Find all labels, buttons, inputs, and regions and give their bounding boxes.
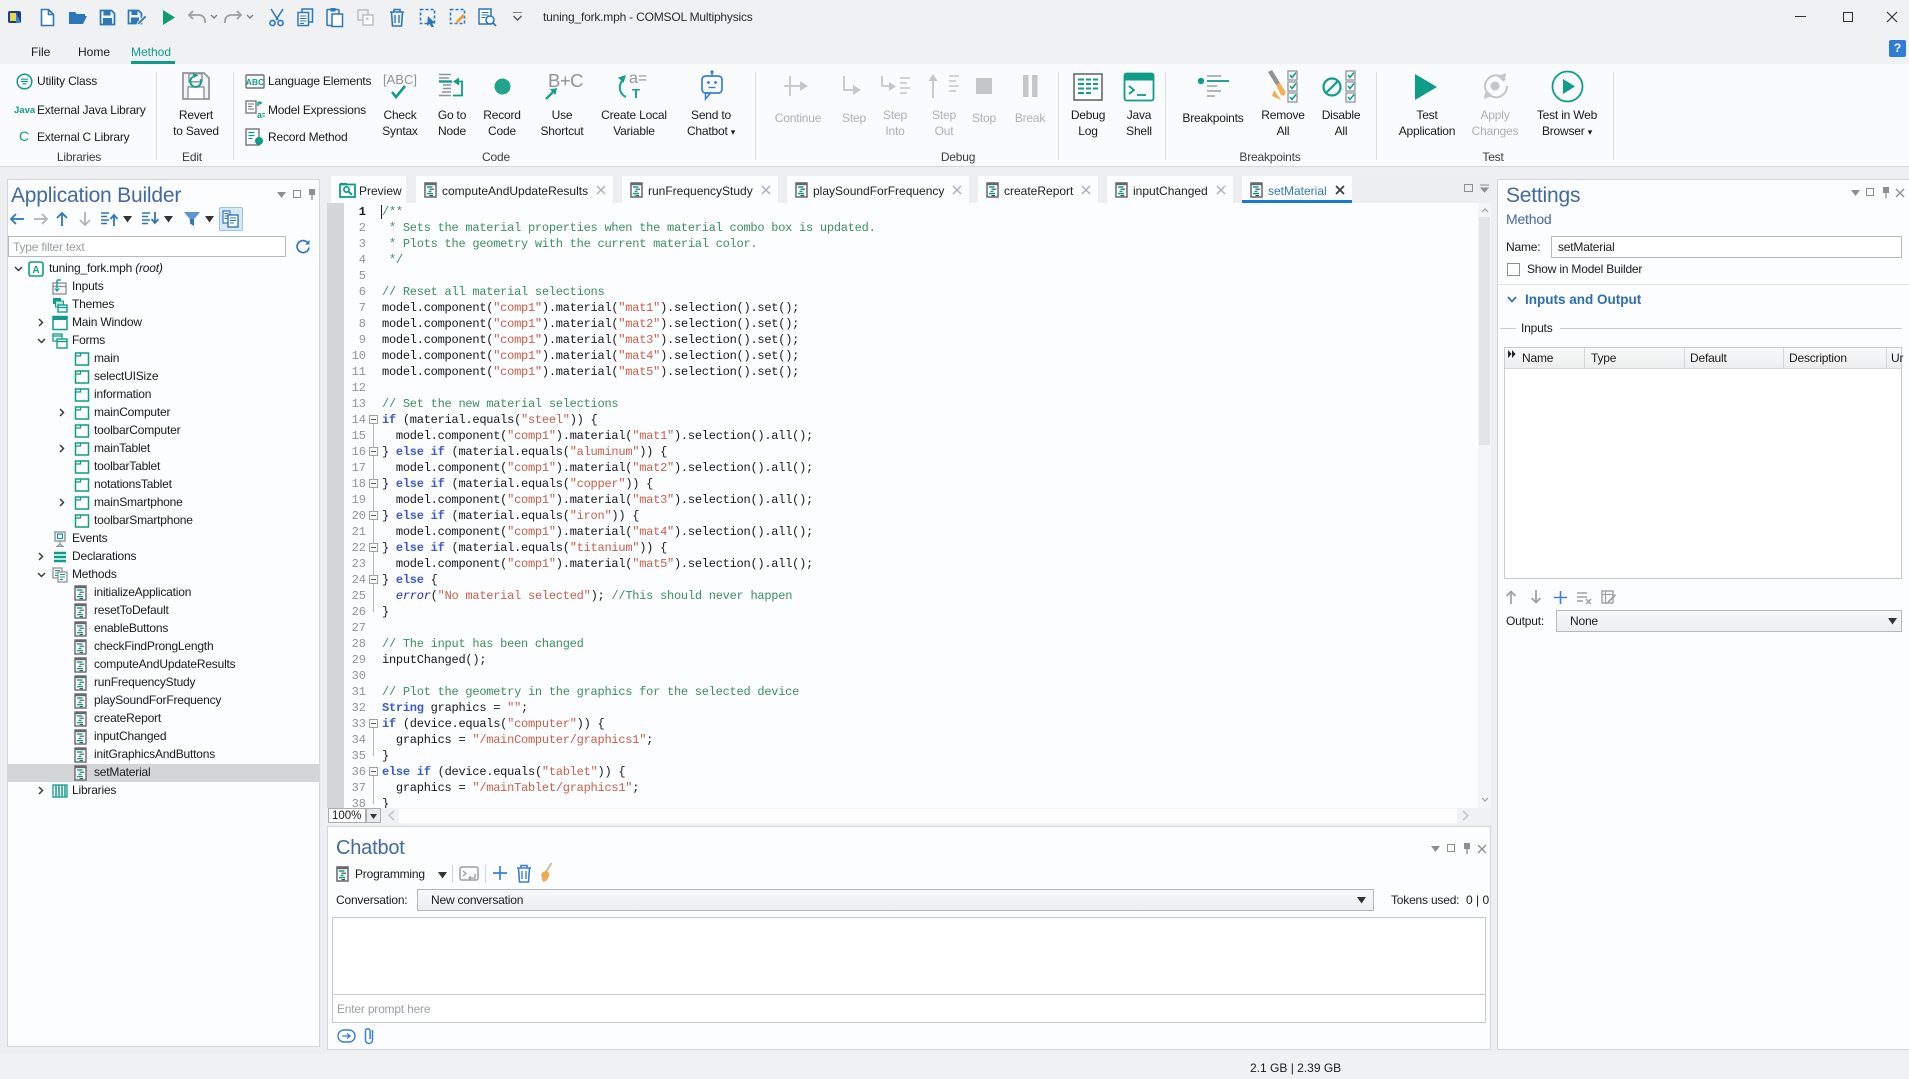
svg-text:a=: a=	[257, 110, 265, 120]
svg-text:A: A	[32, 265, 39, 276]
svg-text:ABC: ABC	[246, 77, 264, 87]
svg-text:[ABC]: [ABC]	[383, 72, 417, 87]
svg-text:T: T	[632, 86, 640, 101]
svg-text:a=: a=	[629, 70, 647, 87]
